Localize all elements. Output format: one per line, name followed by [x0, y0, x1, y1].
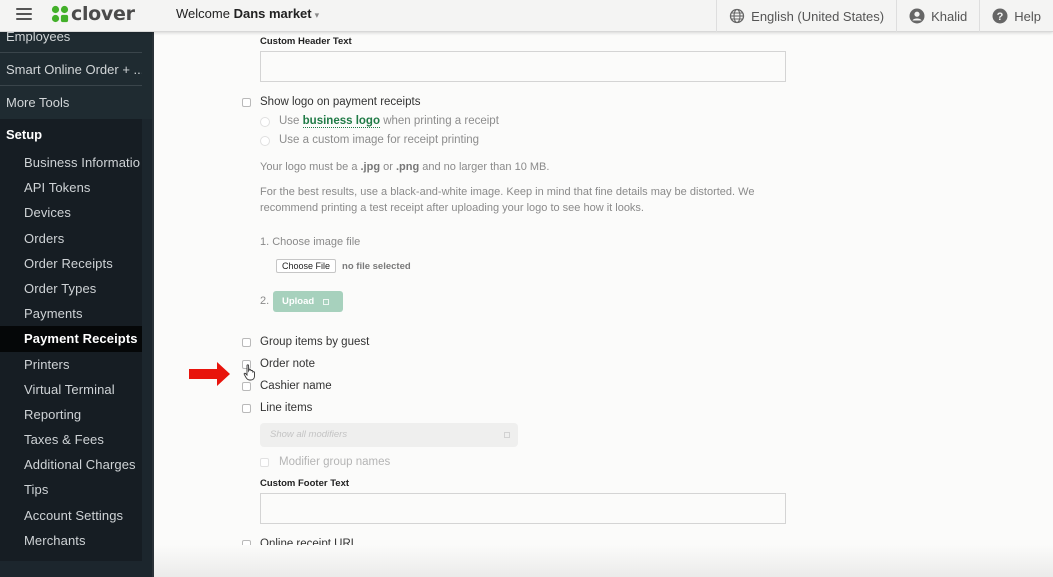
- sidebar-item-order-receipts[interactable]: Order Receipts: [0, 251, 142, 276]
- sidebar-item-printers[interactable]: Printers: [0, 352, 142, 377]
- setup-section-title[interactable]: Setup: [0, 119, 142, 150]
- barcode-checkbox[interactable]: [242, 562, 251, 571]
- language-selector[interactable]: English (United States): [716, 0, 896, 32]
- barcode-label: Barcode: [260, 560, 303, 572]
- step-2-label: 2.: [260, 295, 270, 307]
- group-items-by-guest-label: Group items by guest: [260, 336, 370, 348]
- clover-leaf-icon: [51, 5, 69, 23]
- sidebar-item-order-types[interactable]: Order Types: [0, 276, 142, 301]
- hand-cursor-icon: [243, 364, 255, 381]
- sidebar-item-additional-charges[interactable]: Additional Charges: [0, 452, 142, 477]
- choose-file-button[interactable]: Choose File: [276, 259, 337, 273]
- help-menu[interactable]: ? Help: [979, 0, 1053, 32]
- custom-header-label: Custom Header Text: [260, 36, 352, 47]
- sidebar-item-employees[interactable]: Employees: [0, 32, 142, 53]
- upload-button[interactable]: Upload: [273, 291, 343, 312]
- custom-image-option: Use a custom image for receipt printing: [279, 134, 480, 146]
- sidebar-item-orders[interactable]: Orders: [0, 226, 142, 251]
- best-results-line-1: For the best results, use a black-and-wh…: [260, 186, 755, 198]
- no-file-selected-text: no file selected: [342, 260, 411, 272]
- show-logo-label: Show logo on payment receipts: [260, 96, 421, 108]
- business-logo-prefix: Use: [279, 115, 300, 127]
- logo-rule-png: .png: [395, 161, 420, 173]
- business-logo-radio[interactable]: [260, 117, 270, 127]
- modifier-group-names-label: Modifier group names: [279, 456, 391, 468]
- business-logo-link[interactable]: business logo: [302, 115, 380, 128]
- sidebar-item-more-tools[interactable]: More Tools: [0, 86, 142, 119]
- logo-rule-suffix: and no larger than 10 MB.: [422, 161, 550, 173]
- custom-footer-label: Custom Footer Text: [260, 478, 350, 489]
- setup-section: Setup Business Informatio API Tokens Dev…: [0, 119, 142, 561]
- sidebar-item-api-tokens[interactable]: API Tokens: [0, 175, 142, 200]
- user-menu[interactable]: Khalid: [896, 0, 979, 32]
- select-dropdown-icon: [504, 432, 510, 438]
- help-label: Help: [1014, 8, 1041, 24]
- group-items-by-guest-checkbox[interactable]: [242, 338, 251, 347]
- best-results-help: For the best results, use a black-and-wh…: [260, 184, 800, 216]
- top-bar: clover Welcome Dans market ▾ English (Uni…: [0, 0, 1053, 32]
- modifiers-select-value: Show all modifiers: [270, 429, 348, 440]
- custom-image-radio[interactable]: [260, 136, 270, 146]
- cashier-name-checkbox[interactable]: [242, 382, 251, 391]
- svg-text:?: ?: [997, 11, 1004, 23]
- user-avatar-icon: [909, 8, 925, 24]
- sidebar-item-account-settings[interactable]: Account Settings: [0, 503, 142, 528]
- sidebar-item-taxes-fees[interactable]: Taxes & Fees: [0, 427, 142, 452]
- caret-down-icon: ▾: [314, 10, 320, 20]
- sidebar-item-virtual-terminal[interactable]: Virtual Terminal: [0, 377, 142, 402]
- merchant-name: Dans market: [233, 6, 312, 21]
- hamburger-menu-icon[interactable]: [16, 8, 32, 22]
- help-icon: ?: [992, 8, 1008, 24]
- best-results-line-2: recommend printing a test receipt after …: [260, 202, 644, 214]
- clover-logo[interactable]: clover: [51, 3, 135, 25]
- logo-rule-prefix: Your logo must be a: [260, 161, 358, 173]
- welcome-prefix: Welcome: [176, 6, 230, 21]
- modifiers-select[interactable]: Show all modifiers: [260, 423, 518, 447]
- file-picker: Choose File no file selected: [276, 259, 411, 273]
- modifier-group-names-checkbox[interactable]: [260, 458, 269, 467]
- sidebar-item-business-information[interactable]: Business Informatio: [0, 150, 142, 175]
- cashier-name-label: Cashier name: [260, 380, 332, 392]
- sidebar-item-payments[interactable]: Payments: [0, 301, 142, 326]
- line-items-label: Line items: [260, 402, 313, 414]
- brand-name: clover: [71, 3, 135, 25]
- custom-header-input[interactable]: [260, 51, 786, 82]
- sidebar-item-reporting[interactable]: Reporting: [0, 402, 142, 427]
- logo-rule-jpg: .jpg: [360, 161, 381, 173]
- upload-button-label: Upload: [282, 296, 315, 307]
- merchant-switcher[interactable]: Welcome Dans market ▾: [176, 6, 319, 21]
- upload-icon: [323, 298, 330, 305]
- sidebar-item-merchants[interactable]: Merchants: [0, 528, 142, 553]
- custom-footer-input[interactable]: [260, 493, 786, 524]
- sidebar-item-tips[interactable]: Tips: [0, 477, 142, 502]
- logo-rule-or: or: [383, 161, 393, 173]
- sidebar: Employees Smart Online Order + ... More …: [0, 32, 154, 577]
- user-name: Khalid: [931, 8, 968, 24]
- show-logo-checkbox[interactable]: [242, 98, 251, 107]
- sidebar-item-payment-receipts[interactable]: Payment Receipts: [0, 326, 142, 352]
- step-1-label: 1. Choose image file: [260, 236, 361, 248]
- line-items-checkbox[interactable]: [242, 404, 251, 413]
- red-arrow-annotation-icon: [189, 362, 230, 386]
- sidebar-item-devices[interactable]: Devices: [0, 200, 142, 225]
- logo-format-rule: Your logo must be a .jpg or .png and no …: [260, 159, 549, 175]
- online-receipt-url-checkbox[interactable]: [242, 540, 251, 549]
- business-logo-option: Use business logo when printing a receip…: [279, 115, 499, 128]
- business-logo-suffix: when printing a receipt: [383, 115, 499, 127]
- sidebar-item-smart-online-order[interactable]: Smart Online Order + ...: [0, 53, 142, 86]
- language-label: English (United States): [751, 8, 885, 24]
- online-receipt-url-label: Online receipt URL: [260, 538, 358, 550]
- globe-icon: [730, 8, 745, 24]
- order-note-label: Order note: [260, 358, 315, 370]
